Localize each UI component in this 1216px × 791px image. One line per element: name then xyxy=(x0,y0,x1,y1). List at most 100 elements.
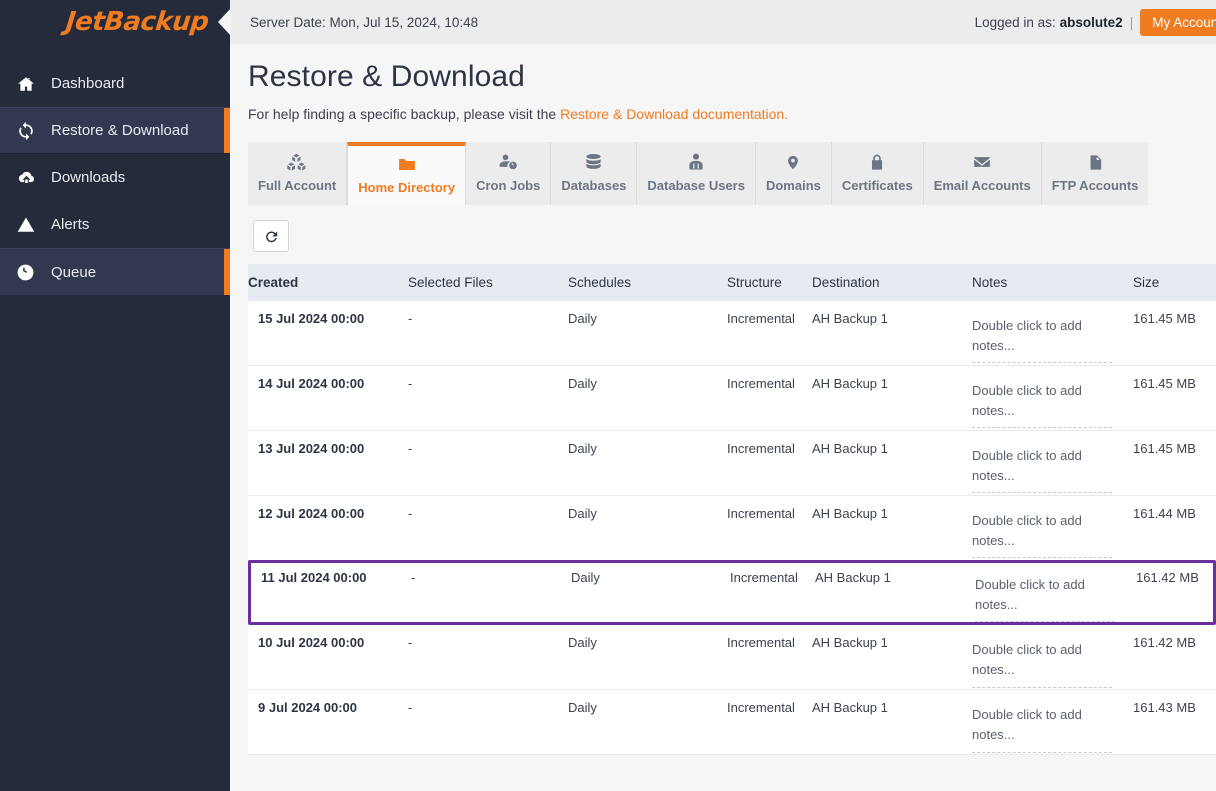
column-header-structure[interactable]: Structure xyxy=(727,275,812,290)
cell-created: 11 Jul 2024 00:00 xyxy=(261,570,367,585)
cell-selected-files: - xyxy=(408,635,413,651)
table-row[interactable]: 10 Jul 2024 00:00 - Daily Incremental AH Bac… xyxy=(248,625,1216,691)
logged-in-label: Logged in as: xyxy=(974,14,1056,30)
cell-notes[interactable]: Double click to add notes... xyxy=(972,634,1133,689)
server-date: Server Date: Mon, Jul 15, 2024, 10:48 xyxy=(250,14,479,30)
cell-structure: Incremental xyxy=(727,311,795,326)
topbar-separator: | xyxy=(1129,14,1134,30)
table-row[interactable]: 9 Jul 2024 00:00 - Daily Incremental AH Back… xyxy=(248,690,1216,756)
tab-cron-jobs[interactable]: Cron Jobs xyxy=(466,142,552,205)
cell-schedules: Daily xyxy=(568,506,597,521)
table-row[interactable]: 12 Jul 2024 00:00 - Daily Incremental AH Bac… xyxy=(248,496,1216,561)
cell-notes[interactable]: Double click to add notes... xyxy=(972,440,1133,495)
backup-type-tabs: Full Account Home Directory Cron Jobs Da… xyxy=(248,142,1216,205)
cell-schedules: Daily xyxy=(568,700,597,716)
tab-label: Certificates xyxy=(841,178,913,193)
cell-notes[interactable]: Double click to add notes... xyxy=(972,375,1133,430)
tab-full-account[interactable]: Full Account xyxy=(248,142,348,205)
account-area: Logged in as: absolute2 | My Account xyxy=(974,8,1216,36)
cell-selected-files: - xyxy=(411,570,416,585)
column-header-schedules[interactable]: Schedules xyxy=(568,275,727,290)
tab-home-directory[interactable]: Home Directory xyxy=(347,142,467,205)
tab-label: Email Accounts xyxy=(933,178,1031,193)
tab-database-users[interactable]: Database Users xyxy=(637,142,756,205)
tab-label: FTP Accounts xyxy=(1051,178,1139,193)
column-header-destination[interactable]: Destination xyxy=(812,275,972,290)
cell-destination: AH Backup 1 xyxy=(812,311,888,326)
tab-label: Databases xyxy=(561,178,627,193)
app-root: JetBackup Dashboard Restore & Download D… xyxy=(0,0,1216,791)
refresh-icon xyxy=(263,228,280,245)
cell-notes[interactable]: Double click to add notes... xyxy=(975,569,1136,623)
column-header-created[interactable]: Created xyxy=(248,275,408,290)
my-account-button[interactable]: My Account xyxy=(1140,8,1216,36)
logo-notch-decoration xyxy=(218,8,231,36)
sidebar-item-restore-download[interactable]: Restore & Download xyxy=(0,107,230,154)
table-row[interactable]: 14 Jul 2024 00:00 - Daily Incremental AH Bac… xyxy=(248,366,1216,431)
cell-schedules: Daily xyxy=(568,441,597,456)
help-prefix: For help finding a specific backup, plea… xyxy=(248,106,561,122)
tab-label: Database Users xyxy=(647,178,745,193)
sidebar-item-alerts[interactable]: Alerts xyxy=(0,201,230,248)
sidebar-item-queue[interactable]: Queue xyxy=(0,248,230,295)
cell-notes[interactable]: Double click to add notes... xyxy=(972,699,1133,754)
folder-icon xyxy=(395,152,419,176)
cell-structure: Incremental xyxy=(727,506,795,521)
clock-icon xyxy=(16,261,42,283)
table-toolbar xyxy=(248,205,1216,264)
download-cloud-icon xyxy=(16,167,42,189)
documentation-link[interactable]: Restore & Download documentation. xyxy=(560,106,788,122)
column-header-notes[interactable]: Notes xyxy=(972,275,1133,290)
cell-selected-files: - xyxy=(408,311,413,326)
boxes-icon xyxy=(286,150,308,174)
cell-selected-files: - xyxy=(408,700,413,716)
cell-created: 14 Jul 2024 00:00 xyxy=(258,376,365,391)
tab-ftp-accounts[interactable]: FTP Accounts xyxy=(1041,142,1149,205)
tab-certificates[interactable]: Certificates xyxy=(831,142,924,205)
database-user-icon xyxy=(685,150,707,174)
cell-created: 9 Jul 2024 00:00 xyxy=(258,700,358,716)
brand-logo[interactable]: JetBackup xyxy=(0,0,231,44)
table-row[interactable]: 13 Jul 2024 00:00 - Daily Incremental AH Bac… xyxy=(248,431,1216,496)
cell-created: 13 Jul 2024 00:00 xyxy=(258,441,365,456)
column-header-size[interactable]: Size xyxy=(1133,275,1216,290)
cell-size: 161.45 MB xyxy=(1133,376,1196,391)
cell-structure: Incremental xyxy=(727,376,795,391)
tab-databases[interactable]: Databases xyxy=(551,142,638,205)
tab-label: Domains xyxy=(765,178,821,193)
sidebar-item-label: Restore & Download xyxy=(51,122,189,139)
table-row[interactable]: 11 Jul 2024 00:00 - Daily Incremental AH Bac… xyxy=(248,560,1216,626)
tab-email-accounts[interactable]: Email Accounts xyxy=(923,142,1042,205)
cell-notes[interactable]: Double click to add notes... xyxy=(972,310,1133,365)
notes-placeholder[interactable]: Double click to add notes... xyxy=(972,381,1112,429)
sidebar-item-label: Dashboard xyxy=(51,75,125,92)
cell-schedules: Daily xyxy=(568,376,597,391)
notes-placeholder[interactable]: Double click to add notes... xyxy=(975,575,1115,623)
backups-table: Created Selected Files Schedules Structu… xyxy=(248,264,1216,756)
tab-domains[interactable]: Domains xyxy=(755,142,832,205)
table-body: 15 Jul 2024 00:00 - Daily Incremental AH Bac… xyxy=(248,301,1216,756)
main-area: Server Date: Mon, Jul 15, 2024, 10:48 Lo… xyxy=(230,0,1216,791)
sidebar-item-label: Downloads xyxy=(51,169,126,186)
cell-size: 161.43 MB xyxy=(1133,700,1196,716)
notes-placeholder[interactable]: Double click to add notes... xyxy=(972,705,1112,753)
sidebar-item-downloads[interactable]: Downloads xyxy=(0,154,230,201)
table-header-row: Created Selected Files Schedules Structu… xyxy=(248,264,1216,301)
refresh-button[interactable] xyxy=(253,220,289,252)
cell-destination: AH Backup 1 xyxy=(812,441,888,456)
notes-placeholder[interactable]: Double click to add notes... xyxy=(972,316,1112,364)
notes-placeholder[interactable]: Double click to add notes... xyxy=(972,446,1112,494)
cell-schedules: Daily xyxy=(568,635,597,651)
sidebar-nav: Dashboard Restore & Download Downloads A… xyxy=(0,44,230,295)
cell-size: 161.44 MB xyxy=(1133,506,1196,521)
map-pin-icon xyxy=(785,150,801,174)
table-row[interactable]: 15 Jul 2024 00:00 - Daily Incremental AH Bac… xyxy=(248,301,1216,366)
cell-created: 10 Jul 2024 00:00 xyxy=(258,635,365,651)
notes-placeholder[interactable]: Double click to add notes... xyxy=(972,511,1112,559)
page-title: Restore & Download xyxy=(248,60,525,93)
notes-placeholder[interactable]: Double click to add notes... xyxy=(972,640,1112,688)
sidebar-item-dashboard[interactable]: Dashboard xyxy=(0,60,230,107)
column-header-selected-files[interactable]: Selected Files xyxy=(408,275,568,290)
cell-notes[interactable]: Double click to add notes... xyxy=(972,505,1133,560)
home-icon xyxy=(16,73,42,95)
